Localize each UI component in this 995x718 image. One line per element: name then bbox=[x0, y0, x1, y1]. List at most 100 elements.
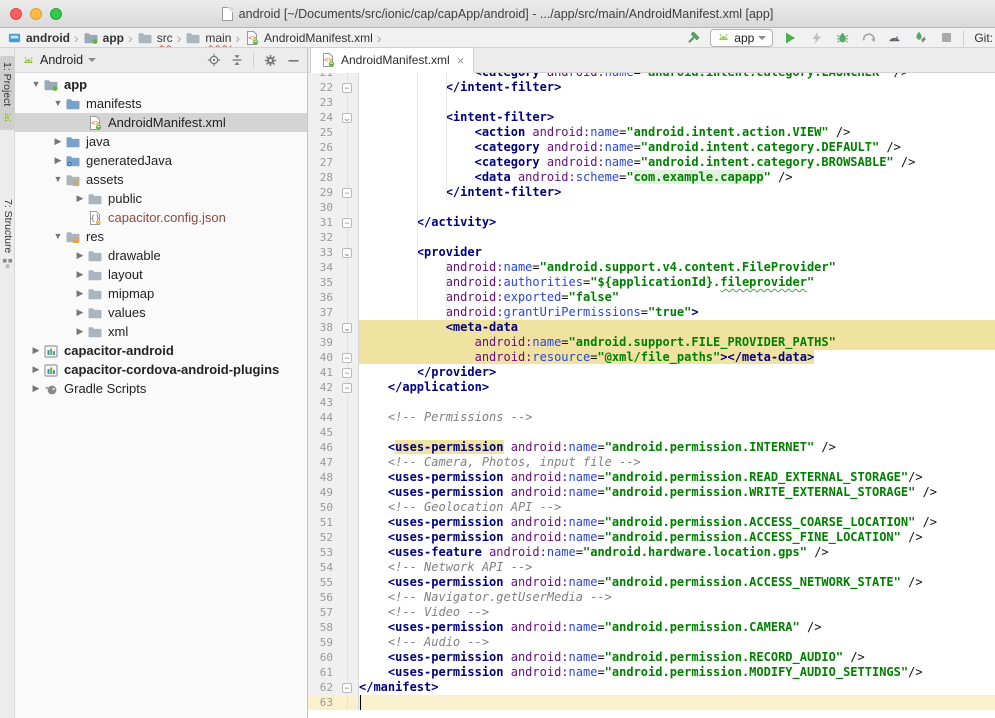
breadcrumb-item[interactable]: android bbox=[6, 30, 71, 45]
code-line[interactable]: 25 <action android:name="android.intent.… bbox=[308, 125, 995, 140]
fold-end-icon[interactable]: − bbox=[342, 683, 352, 693]
code-line-text[interactable]: </application> bbox=[359, 380, 995, 395]
chevron-right-icon[interactable]: ▶ bbox=[51, 156, 65, 165]
code-line-text[interactable]: <uses-permission android:name="android.p… bbox=[359, 620, 995, 635]
apply-changes-button[interactable] bbox=[807, 29, 825, 47]
tree-item-gradle-scripts[interactable]: ▶Gradle Scripts bbox=[15, 379, 307, 398]
code-line[interactable]: 39 android:name="android.support.FILE_PR… bbox=[308, 335, 995, 350]
code-line[interactable]: 50 <!-- Geolocation API --> bbox=[308, 500, 995, 515]
code-line-text[interactable]: </activity> bbox=[359, 215, 995, 230]
run-button[interactable] bbox=[781, 29, 799, 47]
fold-end-icon[interactable]: − bbox=[342, 218, 352, 228]
code-line[interactable]: 44 <!-- Permissions --> bbox=[308, 410, 995, 425]
code-line-text[interactable]: <!-- Navigator.getUserMedia --> bbox=[359, 590, 995, 605]
tree-item-res[interactable]: ▼res bbox=[15, 227, 307, 246]
code-line-text[interactable]: android:grantUriPermissions="true"> bbox=[359, 305, 995, 320]
code-line[interactable]: 31− </activity> bbox=[308, 215, 995, 230]
code-line-text[interactable]: <meta-data bbox=[359, 320, 995, 335]
tree-item-public[interactable]: ▶public bbox=[15, 189, 307, 208]
code-line-text[interactable]: <uses-permission android:name="android.p… bbox=[359, 575, 995, 590]
run-configuration-select[interactable]: app bbox=[710, 29, 773, 47]
chevron-right-icon[interactable]: ▶ bbox=[29, 346, 43, 355]
chevron-down-icon[interactable]: ▼ bbox=[51, 232, 65, 241]
code-line-text[interactable]: <action android:name="android.intent.act… bbox=[359, 125, 995, 140]
code-line-text[interactable]: <category android:name="android.intent.c… bbox=[359, 155, 995, 170]
fold-start-icon[interactable]: ⌄ bbox=[342, 248, 352, 258]
code-line-text[interactable]: </intent-filter> bbox=[359, 80, 995, 95]
code-line[interactable]: 51 <uses-permission android:name="androi… bbox=[308, 515, 995, 530]
code-line-text[interactable] bbox=[359, 425, 995, 440]
coverage-button[interactable] bbox=[859, 29, 877, 47]
code-line-text[interactable] bbox=[359, 95, 995, 110]
code-line-text[interactable]: <uses-permission android:name="android.p… bbox=[359, 485, 995, 500]
code-line-text[interactable]: <uses-permission android:name="android.p… bbox=[359, 440, 995, 455]
tree-item-drawable[interactable]: ▶drawable bbox=[15, 246, 307, 265]
tree-item-manifests[interactable]: ▼manifests bbox=[15, 94, 307, 113]
code-line-text[interactable]: <uses-permission android:name="android.p… bbox=[359, 530, 995, 545]
tree-item-assets[interactable]: ▼assets bbox=[15, 170, 307, 189]
code-line[interactable]: 58 <uses-permission android:name="androi… bbox=[308, 620, 995, 635]
fold-end-icon[interactable]: − bbox=[342, 368, 352, 378]
code-line-text[interactable]: <!-- Camera, Photos, input file --> bbox=[359, 455, 995, 470]
tree-item-capacitor-cordova-android-plugins[interactable]: ▶capacitor-cordova-android-plugins bbox=[15, 360, 307, 379]
code-line[interactable]: 46 <uses-permission android:name="androi… bbox=[308, 440, 995, 455]
tree-item-layout[interactable]: ▶layout bbox=[15, 265, 307, 284]
chevron-right-icon[interactable]: ▶ bbox=[51, 137, 65, 146]
code-line-text[interactable]: </manifest> bbox=[359, 680, 995, 695]
editor-tab-androidmanifest[interactable]: <> AndroidManifest.xml × bbox=[310, 47, 474, 73]
code-line[interactable]: 35 android:authorities="${applicationId}… bbox=[308, 275, 995, 290]
code-line-text[interactable]: android:name="android.support.FILE_PROVI… bbox=[359, 335, 995, 350]
code-line[interactable]: 40− android:resource="@xml/file_paths"><… bbox=[308, 350, 995, 365]
close-icon[interactable]: × bbox=[457, 54, 465, 67]
code-line[interactable]: 36 android:exported="false" bbox=[308, 290, 995, 305]
zoom-window-button[interactable] bbox=[50, 8, 62, 20]
fold-start-icon[interactable]: ⌄ bbox=[342, 113, 352, 123]
code-line[interactable]: 33⌄ <provider bbox=[308, 245, 995, 260]
code-line-text[interactable] bbox=[359, 230, 995, 245]
code-line-text[interactable]: </intent-filter> bbox=[359, 185, 995, 200]
code-line[interactable]: 30 bbox=[308, 200, 995, 215]
breadcrumb-item[interactable]: <>AndroidManifest.xml bbox=[243, 30, 374, 46]
tool-window-tab-project[interactable]: 1: Project bbox=[0, 56, 15, 130]
code-line-text[interactable]: <uses-permission android:name="android.p… bbox=[359, 650, 995, 665]
code-line-text[interactable]: <uses-permission android:name="android.p… bbox=[359, 515, 995, 530]
code-line-text[interactable]: <!-- Permissions --> bbox=[359, 410, 995, 425]
code-line-text[interactable]: <uses-feature android:name="android.hard… bbox=[359, 545, 995, 560]
code-line[interactable]: 45 bbox=[308, 425, 995, 440]
collapse-all-icon[interactable] bbox=[230, 53, 244, 67]
chevron-down-icon[interactable]: ▼ bbox=[51, 175, 65, 184]
code-line-text[interactable]: </provider> bbox=[359, 365, 995, 380]
code-line[interactable]: 37 android:grantUriPermissions="true"> bbox=[308, 305, 995, 320]
code-line[interactable]: 61 <uses-permission android:name="androi… bbox=[308, 665, 995, 680]
chevron-right-icon[interactable]: ▶ bbox=[29, 365, 43, 374]
breadcrumb-item[interactable]: app bbox=[82, 30, 125, 46]
code-line[interactable]: 57 <!-- Video --> bbox=[308, 605, 995, 620]
code-line[interactable]: 62−</manifest> bbox=[308, 680, 995, 695]
code-line[interactable]: 56 <!-- Navigator.getUserMedia --> bbox=[308, 590, 995, 605]
code-line[interactable]: 42− </application> bbox=[308, 380, 995, 395]
chevron-right-icon[interactable]: ▶ bbox=[73, 308, 87, 317]
code-line-text[interactable]: <uses-permission android:name="android.p… bbox=[359, 470, 995, 485]
code-line[interactable]: 49 <uses-permission android:name="androi… bbox=[308, 485, 995, 500]
code-line-text[interactable]: <category android:name="android.intent.c… bbox=[359, 140, 995, 155]
fold-end-icon[interactable]: − bbox=[342, 83, 352, 93]
code-line-text[interactable]: <!-- Video --> bbox=[359, 605, 995, 620]
code-line[interactable]: 38⌄ <meta-data bbox=[308, 320, 995, 335]
code-line-text[interactable]: android:authorities="${applicationId}.fi… bbox=[359, 275, 995, 290]
tree-item-generatedjava[interactable]: ▶generatedJava bbox=[15, 151, 307, 170]
code-line[interactable]: 41− </provider> bbox=[308, 365, 995, 380]
code-line[interactable]: 54 <!-- Network API --> bbox=[308, 560, 995, 575]
fold-end-icon[interactable]: − bbox=[342, 353, 352, 363]
code-line[interactable]: 47 <!-- Camera, Photos, input file --> bbox=[308, 455, 995, 470]
fold-end-icon[interactable]: − bbox=[342, 383, 352, 393]
code-line-text[interactable]: android:name="android.support.v4.content… bbox=[359, 260, 995, 275]
code-line[interactable]: 52 <uses-permission android:name="androi… bbox=[308, 530, 995, 545]
tree-item-values[interactable]: ▶values bbox=[15, 303, 307, 322]
chevron-right-icon[interactable]: ▶ bbox=[73, 327, 87, 336]
code-line-text[interactable]: <provider bbox=[359, 245, 995, 260]
code-line[interactable]: 21 <category android:name="android.inten… bbox=[308, 73, 995, 80]
tree-item-app[interactable]: ▼app bbox=[15, 75, 307, 94]
tool-window-tab-structure[interactable]: 7: Structure bbox=[1, 193, 15, 275]
code-line[interactable]: 59 <!-- Audio --> bbox=[308, 635, 995, 650]
chevron-right-icon[interactable]: ▶ bbox=[73, 289, 87, 298]
